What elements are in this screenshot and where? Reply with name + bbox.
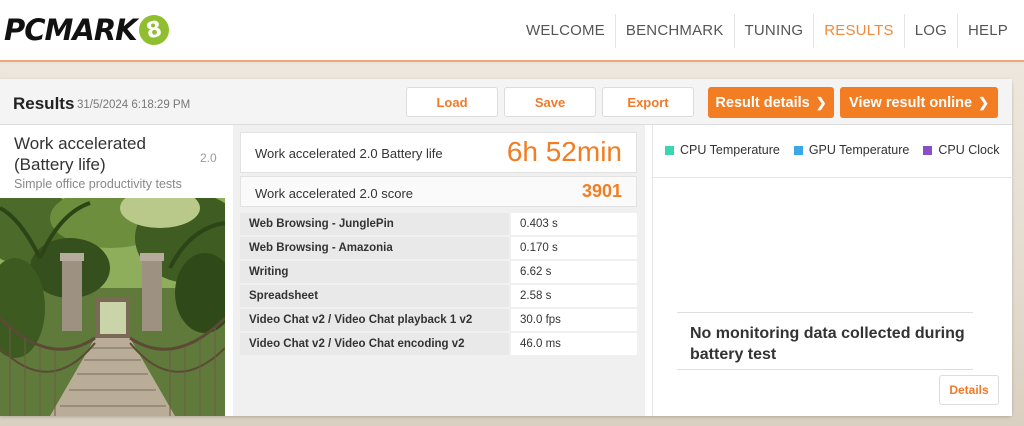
legend-swatch (793, 145, 803, 155)
subtest-value: 30.0 fps (511, 309, 637, 331)
subtest-value: 2.58 s (511, 285, 637, 307)
nav-log[interactable]: LOG (903, 14, 957, 48)
subtest-name: Web Browsing - JunglePin (240, 213, 509, 235)
monitoring-column: CPU Temperature GPU Temperature CPU Cloc… (652, 125, 1013, 416)
divider (653, 177, 1013, 178)
test-name: Work accelerated (Battery life) (14, 134, 146, 174)
test-scene-image (0, 198, 225, 416)
monitoring-legend: CPU Temperature GPU Temperature CPU Cloc… (665, 143, 999, 157)
test-info-column: Work accelerated (Battery life) 2.0 Simp… (0, 125, 225, 416)
subtest-name: Video Chat v2 / Video Chat encoding v2 (240, 333, 509, 355)
battery-life-label: Work accelerated 2.0 Battery life (255, 146, 443, 161)
nav-benchmark[interactable]: BENCHMARK (614, 14, 734, 48)
score-box: Work accelerated 2.0 score 3901 (240, 176, 637, 207)
table-row: Video Chat v2 / Video Chat playback 1 v2… (240, 309, 637, 331)
nav-results[interactable]: RESULTS (813, 14, 903, 48)
save-button[interactable]: Save (504, 87, 596, 117)
test-description: Simple office productivity tests (14, 177, 182, 191)
main-nav: WELCOME BENCHMARK TUNING RESULTS LOG HEL… (516, 14, 1018, 48)
export-button[interactable]: Export (602, 87, 694, 117)
pcmark-logo: PCMARK 8 (4, 12, 172, 48)
details-button[interactable]: Details (939, 375, 999, 405)
result-details-label: Result details (715, 94, 810, 111)
table-row: Writing 6.62 s (240, 261, 637, 283)
table-row: Spreadsheet 2.58 s (240, 285, 637, 307)
score-label: Work accelerated 2.0 score (255, 186, 413, 201)
logo-badge-icon: 8 (135, 12, 172, 48)
subtest-name: Writing (240, 261, 509, 283)
subtest-value: 46.0 ms (511, 333, 637, 355)
legend-label: CPU Clock (938, 143, 1000, 157)
subtest-value: 0.403 s (511, 213, 637, 235)
legend-cpu-clock[interactable]: CPU Clock (923, 143, 999, 157)
chevron-right-icon: ❯ (978, 94, 989, 110)
subtest-value: 6.62 s (511, 261, 637, 283)
results-header: Results 31/5/2024 6:18:29 PM Load Save E… (0, 79, 1012, 125)
logo-text: PCMARK (4, 13, 138, 47)
view-online-label: View result online (849, 94, 973, 111)
chevron-right-icon: ❯ (815, 94, 827, 110)
nav-tuning[interactable]: TUNING (733, 14, 814, 48)
test-version: 2.0 (200, 151, 217, 165)
view-online-button[interactable]: View result online ❯ (840, 87, 998, 118)
results-date: 31/5/2024 6:18:29 PM (77, 99, 191, 111)
legend-gpu-temperature[interactable]: GPU Temperature (793, 143, 910, 157)
table-row: Web Browsing - JunglePin 0.403 s (240, 213, 637, 235)
battery-life-box: Work accelerated 2.0 Battery life 6h 52m… (240, 132, 637, 173)
scores-column: Work accelerated 2.0 Battery life 6h 52m… (233, 125, 645, 416)
subtest-name: Spreadsheet (240, 285, 509, 307)
results-title: Results (13, 94, 75, 113)
legend-swatch (665, 145, 674, 155)
result-details-button[interactable]: Result details ❯ (708, 87, 834, 118)
legend-label: GPU Temperature (808, 143, 910, 157)
subtest-name: Video Chat v2 / Video Chat playback 1 v2 (240, 309, 509, 331)
subtest-name: Web Browsing - Amazonia (240, 237, 509, 259)
battery-life-value: 6h 52min (506, 136, 622, 167)
score-value: 3901 (581, 181, 622, 201)
subtest-value: 0.170 s (511, 237, 637, 259)
legend-cpu-temperature[interactable]: CPU Temperature (665, 143, 780, 157)
nav-help[interactable]: HELP (957, 14, 1018, 48)
subtest-table: Web Browsing - JunglePin 0.403 s Web Bro… (240, 213, 637, 357)
load-button[interactable]: Load (406, 87, 498, 117)
top-bar: PCMARK 8 WELCOME BENCHMARK TUNING RESULT… (0, 0, 1024, 62)
legend-swatch (923, 145, 933, 155)
table-row: Web Browsing - Amazonia 0.170 s (240, 237, 637, 259)
nav-welcome[interactable]: WELCOME (516, 14, 615, 48)
no-data-notice: No monitoring data collected during batt… (677, 312, 973, 370)
no-data-message: No monitoring data collected during batt… (690, 325, 965, 363)
legend-label: CPU Temperature (680, 143, 780, 157)
results-panel: Results 31/5/2024 6:18:29 PM Load Save E… (0, 79, 1013, 416)
table-row: Video Chat v2 / Video Chat encoding v2 4… (240, 333, 637, 355)
